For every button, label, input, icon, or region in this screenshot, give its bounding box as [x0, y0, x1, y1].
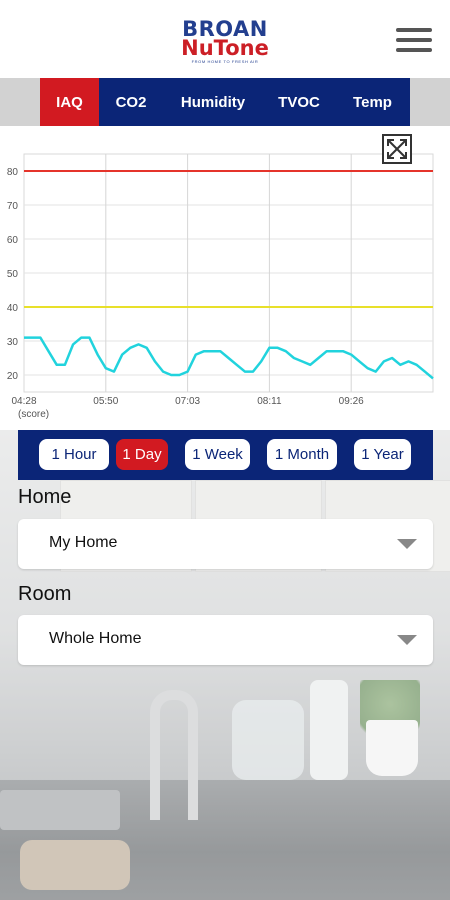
time-range-bar: 1 Hour 1 Day 1 Week 1 Month 1 Year: [18, 430, 433, 480]
y-tick-label: 30: [7, 337, 19, 348]
range-1-week-button[interactable]: 1 Week: [185, 439, 250, 470]
y-tick-label: 50: [7, 269, 19, 280]
x-tick-label: 04:28: [11, 396, 36, 407]
tab-label: Humidity: [180, 93, 246, 111]
metric-tabs-area: IAQ CO2 Humidity TVOC Temp: [0, 78, 450, 126]
x-tick-label: 09:26: [339, 396, 364, 407]
y-axis-label: (score): [18, 409, 49, 420]
chart-svg: 20 30 40 50 60 70 80 04:28 05:50 07:03 08:11 09:26 (…: [7, 153, 434, 420]
y-tick-label: 70: [7, 201, 19, 212]
home-select-value: My Home: [49, 534, 118, 551]
metric-tabs: IAQ CO2 Humidity TVOC Temp: [40, 78, 410, 126]
hamburger-menu-icon[interactable]: [396, 28, 432, 56]
tab-iaq[interactable]: IAQ: [40, 78, 99, 126]
room-select-value: Whole Home: [49, 630, 142, 647]
range-1-year-button[interactable]: 1 Year: [354, 439, 411, 470]
y-tick-label: 60: [7, 235, 19, 246]
app-header: BROAN NuTone FROM HOME TO FRESH AIR: [0, 0, 450, 78]
chevron-down-icon: [397, 635, 417, 645]
y-tick-label: 40: [7, 303, 19, 314]
range-label: 1 Hour: [51, 446, 97, 463]
room-label: Room: [18, 583, 72, 605]
iaq-chart: 20 30 40 50 60 70 80 04:28 05:50 07:03 08:11 09:26 (…: [0, 126, 450, 430]
range-1-hour-button[interactable]: 1 Hour: [39, 439, 109, 470]
range-label: 1 Year: [361, 446, 404, 463]
y-tick-label: 80: [7, 167, 19, 178]
x-tick-label: 07:03: [175, 396, 200, 407]
tab-label: Temp: [353, 93, 392, 111]
tab-label: TVOC: [278, 93, 320, 111]
tab-co2[interactable]: CO2: [99, 78, 163, 126]
range-label: 1 Day: [122, 446, 162, 463]
range-label: 1 Month: [274, 446, 330, 463]
home-label: Home: [18, 486, 72, 508]
logo-tagline: FROM HOME TO FRESH AIR: [191, 59, 259, 64]
tab-label: CO2: [115, 93, 147, 111]
logo-bottom-text: NuTone: [181, 36, 269, 60]
expand-icon[interactable]: [382, 134, 412, 164]
broan-nutone-logo: BROAN NuTone FROM HOME TO FRESH AIR: [178, 18, 272, 64]
tab-tvoc[interactable]: TVOC: [263, 78, 335, 126]
x-tick-label: 05:50: [93, 396, 118, 407]
tab-temp[interactable]: Temp: [335, 78, 410, 126]
tab-label: IAQ: [56, 93, 83, 111]
home-select[interactable]: My Home: [18, 519, 433, 569]
chevron-down-icon: [397, 539, 417, 549]
range-1-day-button[interactable]: 1 Day: [116, 439, 168, 470]
tab-humidity[interactable]: Humidity: [163, 78, 263, 126]
range-1-month-button[interactable]: 1 Month: [267, 439, 337, 470]
iaq-series-line: [24, 336, 434, 380]
room-select[interactable]: Whole Home: [18, 615, 433, 665]
x-tick-label: 08:11: [257, 396, 282, 407]
range-label: 1 Week: [192, 446, 243, 463]
y-tick-label: 20: [7, 371, 19, 382]
